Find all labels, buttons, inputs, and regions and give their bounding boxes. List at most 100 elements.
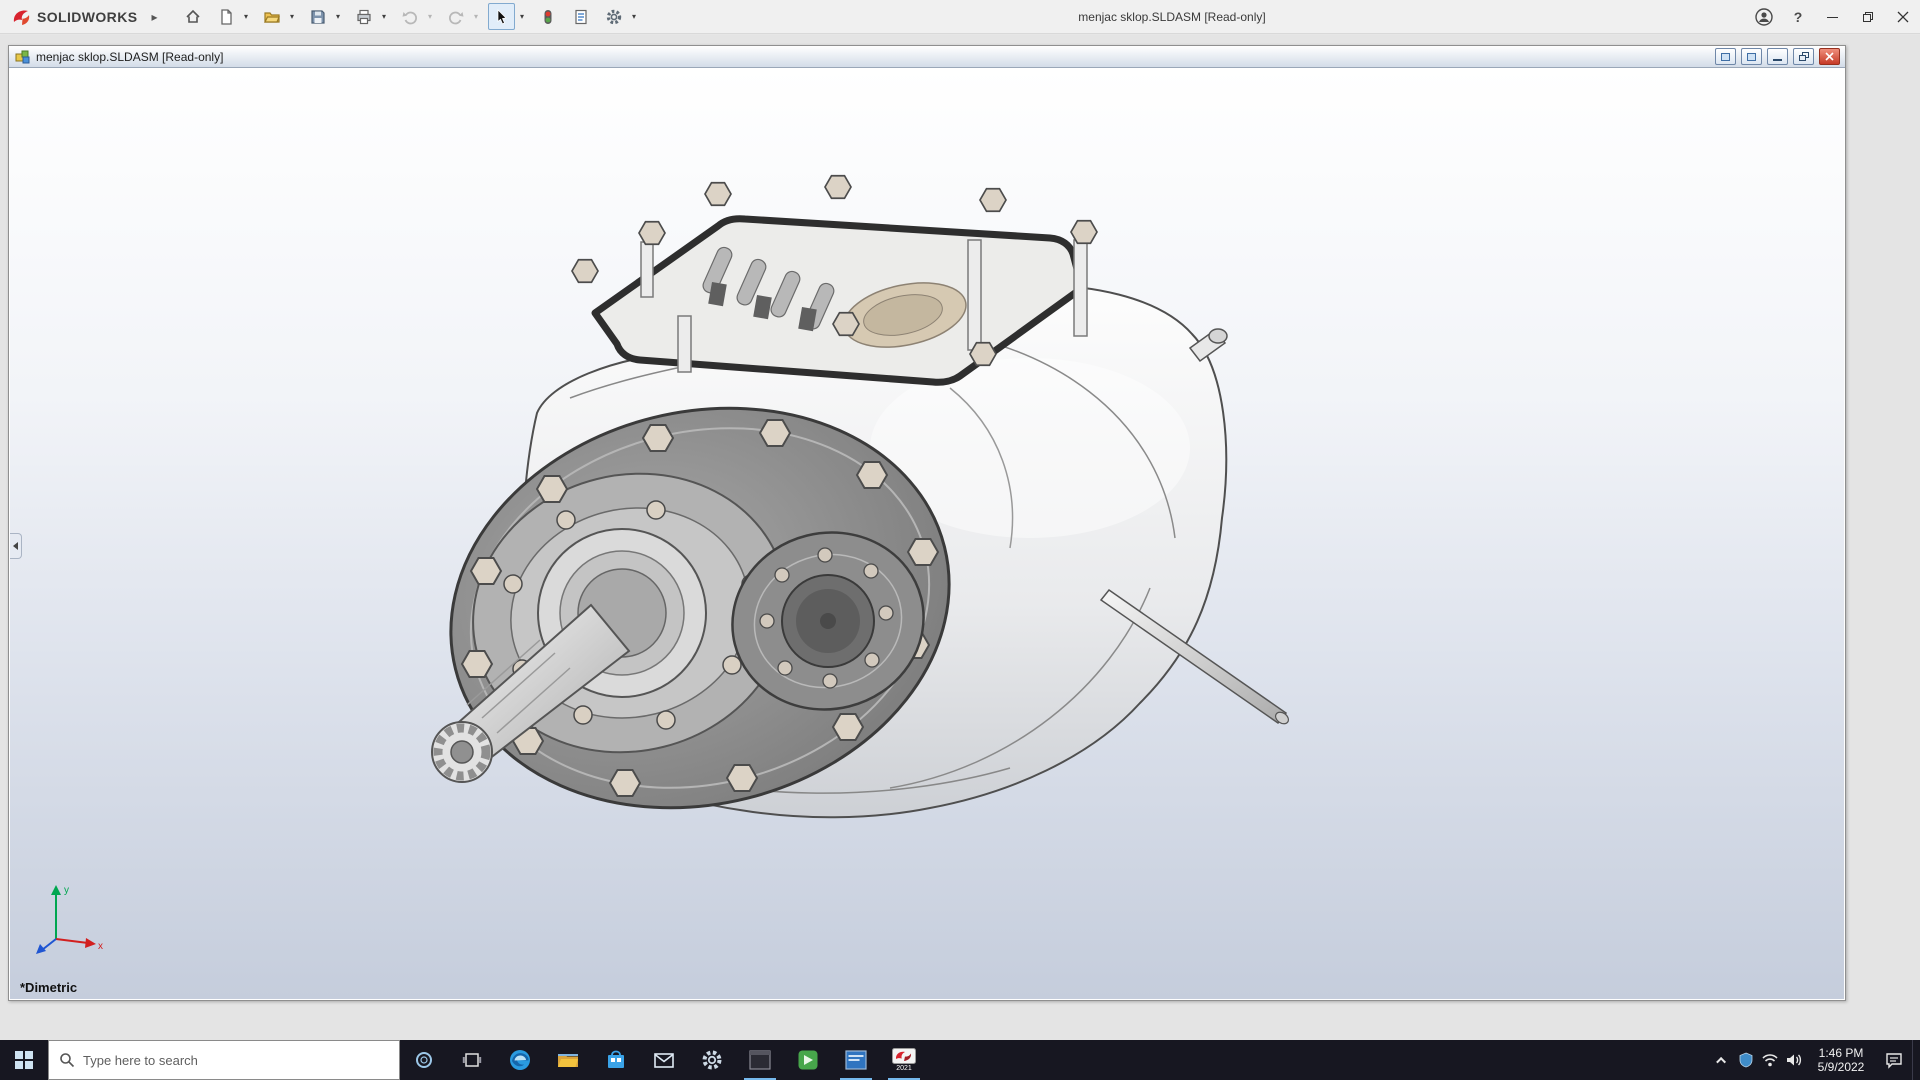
open-dropdown[interactable]: ▾: [285, 12, 298, 21]
doc-minimize-button[interactable]: [1767, 48, 1788, 65]
new-document-button[interactable]: [212, 3, 239, 30]
new-document-icon: [217, 8, 235, 26]
select-cursor-icon: [493, 8, 511, 26]
doc-restore-button[interactable]: [1793, 48, 1814, 65]
document-window-controls: [1715, 48, 1840, 65]
app-minimize-button[interactable]: [1815, 0, 1850, 34]
task-view-button[interactable]: [448, 1040, 496, 1080]
cortana-icon: [414, 1050, 434, 1070]
model-viewport[interactable]: y x *Dimetric: [10, 68, 1844, 999]
redo-icon: [447, 8, 465, 26]
redo-button[interactable]: [442, 3, 469, 30]
solidworks-logo-icon: [10, 6, 32, 28]
taskbar-item-solidworks[interactable]: 2021: [880, 1040, 928, 1080]
undo-dropdown[interactable]: ▾: [423, 12, 436, 21]
taskbar: 2021: [0, 1040, 1920, 1080]
taskbar-item-window[interactable]: [832, 1040, 880, 1080]
save-button[interactable]: [304, 3, 331, 30]
view-orientation-label: *Dimetric: [20, 980, 77, 995]
system-tray: 1:46 PM 5/9/2022: [1710, 1040, 1920, 1080]
notification-icon: [1885, 1052, 1903, 1069]
select-tool-dropdown[interactable]: ▾: [515, 12, 528, 21]
cortana-button[interactable]: [400, 1040, 448, 1080]
volume-icon: [1785, 1052, 1803, 1068]
clock-time: 1:46 PM: [1819, 1046, 1864, 1060]
app-window-icon: [844, 1049, 868, 1071]
options-dropdown[interactable]: ▾: [627, 12, 640, 21]
taskbar-item-edrawings[interactable]: [784, 1040, 832, 1080]
minimize-icon: [1773, 59, 1782, 61]
minimize-icon: [1827, 17, 1838, 18]
account-button[interactable]: [1747, 0, 1781, 34]
solidworks-brand: SOLIDWORKS: [0, 6, 137, 28]
rebuild-button[interactable]: [534, 3, 561, 30]
document-title: menjac sklop.SLDASM [Read-only]: [36, 50, 223, 64]
undo-button[interactable]: [396, 3, 423, 30]
panel-collapse-tab[interactable]: [10, 533, 22, 559]
file-properties-button[interactable]: [567, 3, 594, 30]
edrawings-icon: [796, 1048, 820, 1072]
window-icon: [1721, 53, 1730, 61]
triad-x-label: x: [98, 941, 103, 952]
gearbox-assembly-model: [10, 68, 1844, 999]
taskbar-item-settings[interactable]: [688, 1040, 736, 1080]
close-icon: [1825, 52, 1834, 61]
tray-security[interactable]: [1734, 1040, 1758, 1080]
app-restore-button[interactable]: [1850, 0, 1885, 34]
doc-close-button[interactable]: [1819, 48, 1840, 65]
taskbar-item-mail[interactable]: [640, 1040, 688, 1080]
chevron-left-icon: [13, 542, 18, 550]
help-button[interactable]: ?: [1781, 0, 1815, 34]
task-view-icon: [462, 1051, 482, 1069]
screen: SOLIDWORKS ▸ ▾: [0, 0, 1920, 1080]
doc-window-button-1[interactable]: [1715, 48, 1736, 65]
show-desktop-button[interactable]: [1912, 1040, 1920, 1080]
new-document-dropdown[interactable]: ▾: [239, 12, 252, 21]
tray-volume[interactable]: [1782, 1040, 1806, 1080]
tray-network[interactable]: [1758, 1040, 1782, 1080]
account-icon: [1754, 7, 1774, 27]
window-icon: [1747, 53, 1756, 61]
taskbar-item-terminal[interactable]: [736, 1040, 784, 1080]
taskbar-search[interactable]: [48, 1040, 400, 1080]
taskbar-clock[interactable]: 1:46 PM 5/9/2022: [1806, 1040, 1876, 1080]
options-gear-icon: [605, 8, 623, 26]
doc-window-button-2[interactable]: [1741, 48, 1762, 65]
home-button[interactable]: [179, 3, 206, 30]
options-button[interactable]: [600, 3, 627, 30]
restore-icon: [1863, 12, 1873, 22]
save-icon: [309, 8, 327, 26]
taskbar-search-input[interactable]: [83, 1053, 373, 1068]
taskbar-item-file-explorer[interactable]: [544, 1040, 592, 1080]
document-window: menjac sklop.SLDASM [Read-only]: [8, 45, 1846, 1001]
redo-dropdown[interactable]: ▾: [469, 12, 482, 21]
chevron-up-icon: [1716, 1056, 1726, 1066]
tray-expand-button[interactable]: [1710, 1040, 1734, 1080]
clock-date: 5/9/2022: [1818, 1060, 1865, 1074]
quick-access-toolbar: ▾ ▾ ▾: [179, 3, 640, 30]
mail-icon: [652, 1048, 676, 1072]
home-icon: [184, 8, 202, 26]
file-explorer-icon: [556, 1048, 580, 1072]
open-folder-icon: [263, 8, 281, 26]
solidworks-version-badge: 2021: [896, 1065, 912, 1072]
print-button[interactable]: [350, 3, 377, 30]
store-icon: [604, 1048, 628, 1072]
start-button[interactable]: [0, 1040, 48, 1080]
open-button[interactable]: [258, 3, 285, 30]
action-center-button[interactable]: [1876, 1040, 1912, 1080]
wifi-icon: [1761, 1052, 1779, 1068]
app-close-button[interactable]: [1885, 0, 1920, 34]
search-icon: [59, 1052, 75, 1068]
taskbar-item-store[interactable]: [592, 1040, 640, 1080]
orientation-triad: y x: [34, 877, 112, 955]
taskbar-item-edge[interactable]: [496, 1040, 544, 1080]
print-dropdown[interactable]: ▾: [377, 12, 390, 21]
document-titlebar[interactable]: menjac sklop.SLDASM [Read-only]: [9, 46, 1845, 68]
workspace: menjac sklop.SLDASM [Read-only]: [0, 35, 1920, 1040]
save-dropdown[interactable]: ▾: [331, 12, 344, 21]
restore-icon: [1799, 52, 1809, 61]
brand-text: SOLIDWORKS: [37, 9, 137, 25]
select-tool-button[interactable]: [488, 3, 515, 30]
toolbar-expand-chevron[interactable]: ▸: [151, 10, 157, 24]
